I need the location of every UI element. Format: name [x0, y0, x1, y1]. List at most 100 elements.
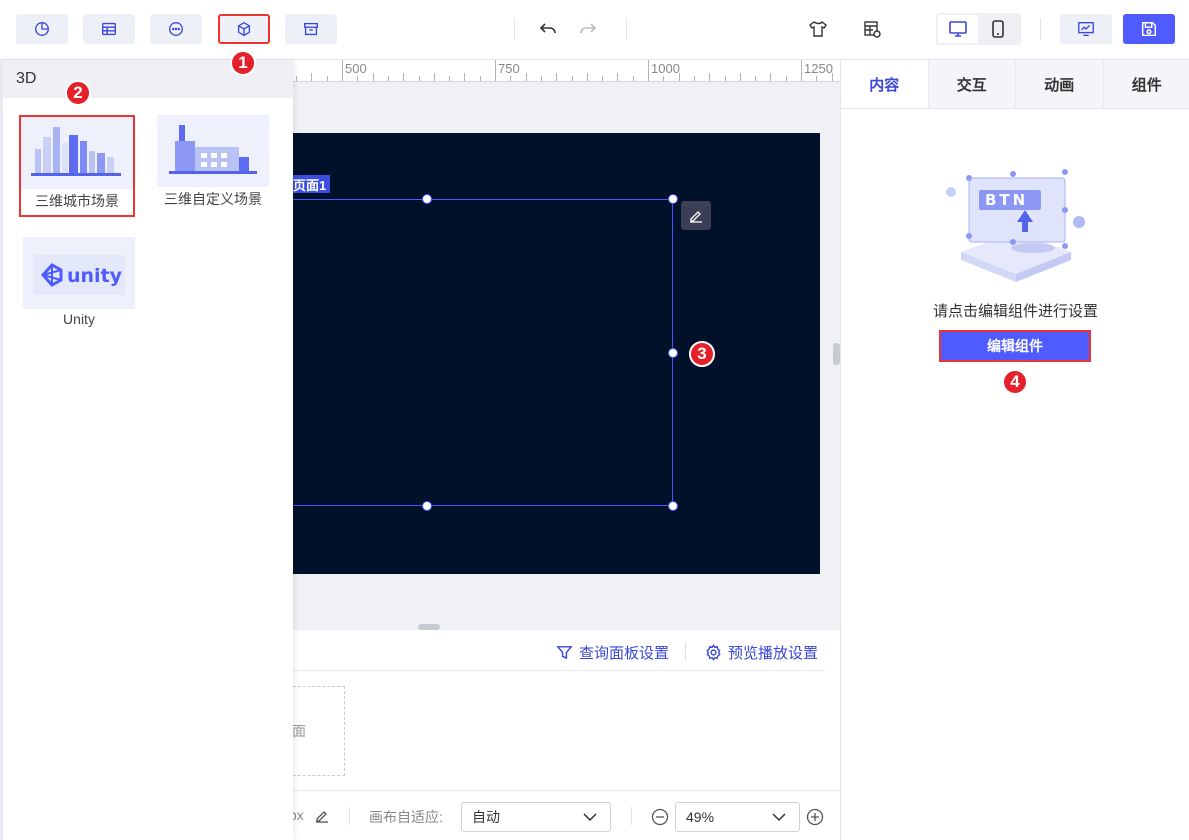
unity-item[interactable]: unity Unity	[21, 237, 137, 327]
toolbar-divider	[1040, 18, 1041, 40]
3d-components-button[interactable]	[218, 14, 270, 44]
resize-handle-right[interactable]	[668, 348, 678, 358]
ruler-tick	[326, 76, 328, 81]
ruler-tick	[525, 73, 527, 81]
more-components-button[interactable]	[150, 14, 202, 44]
chevron-down-icon	[772, 813, 786, 822]
tab-animation[interactable]: 动画	[1016, 60, 1104, 108]
ruler-tick	[342, 60, 343, 81]
canvas-fit-label: 画布自适应:	[369, 809, 443, 825]
toolbar-divider	[626, 18, 627, 40]
ruler-tick	[586, 73, 588, 81]
unity-logo-text: unity	[67, 265, 123, 287]
preview-button[interactable]	[1060, 14, 1112, 44]
page-tag[interactable]: 页面1	[293, 175, 331, 193]
redo-button[interactable]	[576, 17, 600, 41]
pencil-icon[interactable]	[314, 808, 330, 824]
ruler-tick	[693, 76, 695, 81]
divider	[631, 807, 632, 825]
undo-icon	[539, 23, 556, 34]
device-toggle	[936, 13, 1021, 45]
tab-component[interactable]: 组件	[1104, 60, 1189, 108]
tab-interaction[interactable]: 交互	[929, 60, 1016, 108]
ruler-tick	[816, 76, 818, 81]
edit-component-label: 编辑组件	[987, 338, 1043, 354]
btn-art-text: BTN	[985, 191, 1028, 209]
ruler-label: 750	[498, 61, 520, 76]
ruler-tick	[479, 76, 481, 81]
ruler-label: 500	[345, 61, 367, 76]
zoom-select[interactable]: 49%	[675, 802, 800, 832]
page-thumbnail-label: 面	[292, 723, 306, 739]
chart-button[interactable]	[16, 14, 68, 44]
vertical-scrollbar[interactable]	[833, 343, 840, 365]
save-button[interactable]	[1123, 14, 1175, 44]
gear-icon	[706, 644, 721, 661]
ruler-tick	[464, 73, 466, 81]
ruler-tick	[387, 76, 389, 81]
resize-handle-top[interactable]	[422, 194, 432, 204]
ruler-tick	[755, 76, 757, 81]
empty-hint-text: 请点击编辑组件进行设置	[932, 303, 1098, 320]
step-badge-4: 4	[1002, 369, 1028, 395]
edit-component-button[interactable]	[681, 201, 711, 230]
ruler-tick	[831, 73, 833, 81]
selection-box[interactable]	[293, 199, 673, 506]
canvas-fit-select[interactable]: 自动	[461, 802, 611, 832]
properties-tabs: 内容 交互 动画 组件	[841, 60, 1189, 109]
chevron-down-icon	[583, 813, 597, 822]
save-icon	[1141, 21, 1157, 37]
archive-button[interactable]	[285, 14, 337, 44]
pencil-icon	[690, 210, 702, 223]
ruler-tick	[663, 76, 665, 81]
ruler-tick	[449, 76, 451, 81]
ruler-tick	[556, 73, 558, 81]
undo-button[interactable]	[536, 17, 560, 41]
table-button[interactable]	[83, 14, 135, 44]
empty-state-illustration: BTN	[946, 169, 1085, 282]
step-badge-3: 3	[689, 341, 715, 367]
ruler-tick	[357, 76, 359, 81]
query-panel-settings-label: 查询面板设置	[579, 645, 670, 662]
desktop-view-button[interactable]	[938, 15, 978, 43]
city-scene-thumbnail	[21, 117, 133, 189]
step-badge-1: 1	[230, 50, 256, 76]
ruler-tick	[785, 76, 787, 81]
unity-label: Unity	[63, 311, 95, 327]
preview-play-settings-link[interactable]: 预览播放设置	[705, 642, 818, 663]
ruler-label: 1000	[651, 61, 680, 76]
theme-icon	[809, 20, 827, 37]
ruler-tick	[602, 76, 604, 81]
table-settings-button[interactable]	[860, 17, 884, 41]
city-buildings-icon	[31, 127, 121, 176]
zoom-out-icon[interactable]	[651, 808, 669, 826]
divider	[685, 642, 686, 660]
theme-button[interactable]	[806, 17, 830, 41]
3d-city-scene-item[interactable]: 三维城市场景	[19, 115, 135, 217]
query-panel-settings-link[interactable]: 查询面板设置	[556, 642, 669, 663]
resize-handle-bottom-right[interactable]	[668, 501, 678, 511]
filter-icon	[556, 646, 573, 660]
edit-component-button[interactable]: 编辑组件	[939, 330, 1091, 362]
3d-component-panel: 3D 三维城市场景 三维自定义场景 unity Unity	[0, 60, 293, 840]
mobile-view-button[interactable]	[978, 15, 1018, 43]
tab-content[interactable]: 内容	[841, 60, 929, 108]
unity-thumbnail: unity	[23, 237, 135, 309]
ruler-tick	[311, 73, 313, 81]
3d-city-scene-label: 三维城市场景	[35, 193, 119, 209]
resize-handle-top-right[interactable]	[668, 194, 678, 204]
more-icon	[169, 22, 183, 36]
ruler-tick	[433, 73, 435, 81]
table-icon	[102, 22, 116, 36]
resize-handle-bottom[interactable]	[422, 501, 432, 511]
properties-panel: 内容 交互 动画 组件 BTN 请点击编辑组件进行设置 编辑组件	[840, 60, 1189, 840]
3d-custom-scene-label: 三维自定义场景	[164, 191, 262, 207]
page-manager-panel: 查询面板设置 预览播放设置 面	[283, 630, 840, 790]
factory-icon	[169, 125, 257, 174]
chart-icon	[35, 22, 49, 36]
zoom-in-icon[interactable]	[806, 808, 824, 826]
3d-custom-scene-item[interactable]: 三维自定义场景	[155, 115, 271, 209]
horizontal-ruler: 500 750 1000 1250	[293, 60, 840, 82]
archive-icon	[304, 22, 318, 36]
ruler-tick	[540, 76, 542, 81]
